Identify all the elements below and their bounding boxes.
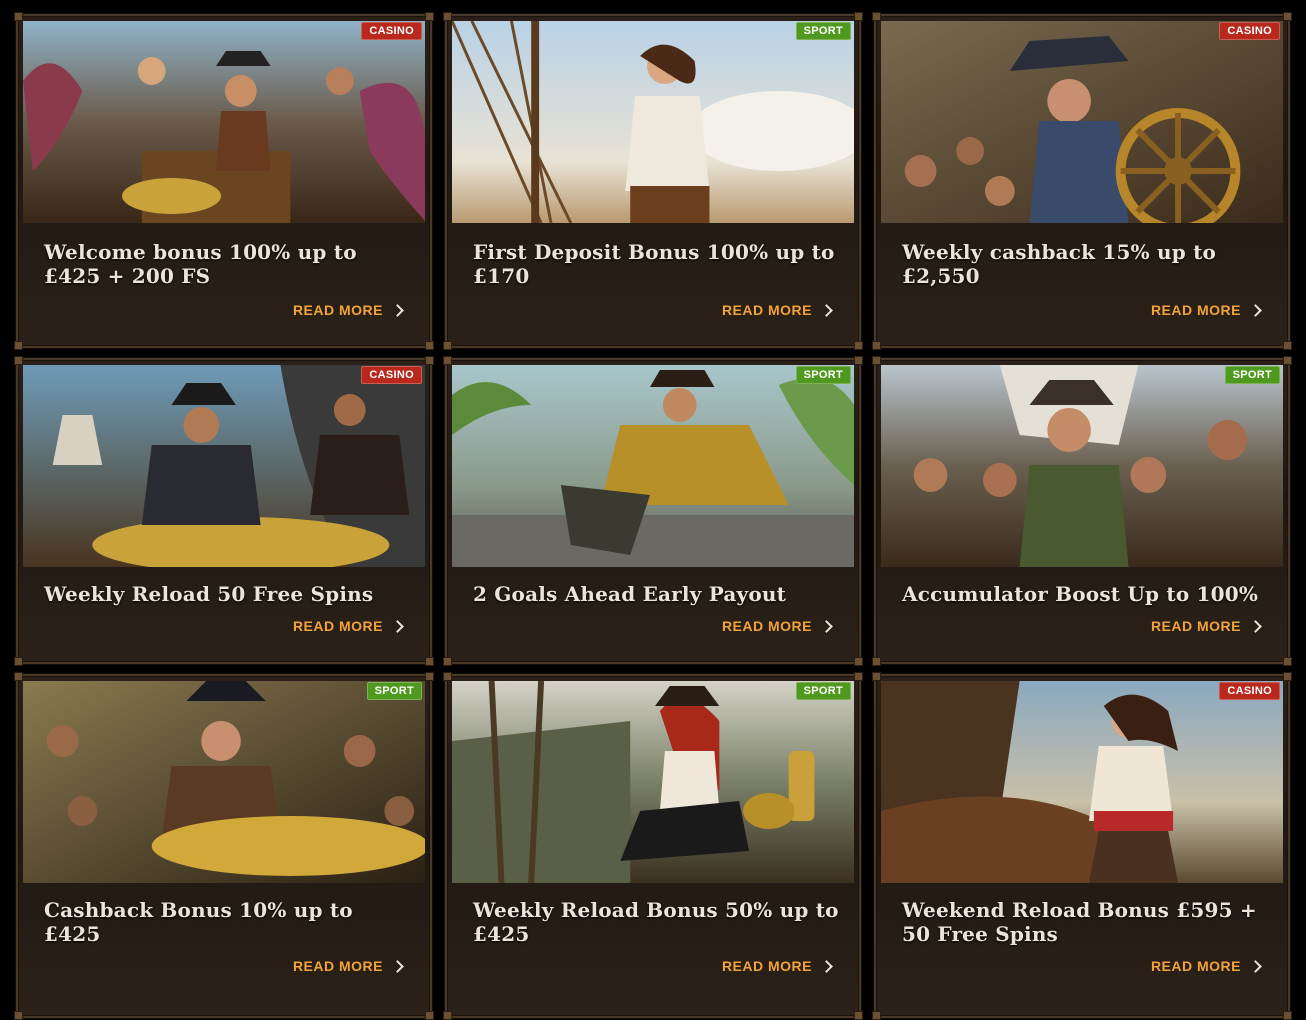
promo-card[interactable]: CASINO Weekly cashback 15% up to £2,550 … xyxy=(872,12,1292,350)
chevron-right-icon xyxy=(391,959,404,973)
category-badge: CASINO xyxy=(1219,682,1280,700)
promo-image xyxy=(881,681,1283,883)
promo-card[interactable]: SPORT First Deposit Bonus 100% up to £17… xyxy=(443,12,863,350)
promo-title: 2 Goals Ahead Early Payout xyxy=(473,582,787,606)
promo-card[interactable]: SPORT Weekly Reload Bonus 50% up to £425… xyxy=(443,672,863,1020)
category-badge: CASINO xyxy=(361,366,422,384)
promo-image xyxy=(452,21,854,223)
pirates-gold-coins-beach-image xyxy=(23,365,425,567)
read-more-link[interactable]: READ MORE xyxy=(293,302,406,318)
promo-image xyxy=(23,681,425,883)
read-more-link[interactable]: READ MORE xyxy=(293,618,406,634)
promo-card[interactable]: SPORT 2 Goals Ahead Early Payout READ MO… xyxy=(443,356,863,666)
promo-card[interactable]: SPORT Accumulator Boost Up to 100% READ … xyxy=(872,356,1292,666)
promo-image xyxy=(452,681,854,883)
corner-rivet xyxy=(443,1011,452,1020)
promo-title: Weekly cashback 15% up to £2,550 xyxy=(902,240,1217,288)
corner-rivet xyxy=(1283,12,1292,21)
read-more-link[interactable]: READ MORE xyxy=(1151,302,1264,318)
corner-rivet xyxy=(14,657,23,666)
pirate-woman-rum-bottle-image xyxy=(452,681,854,883)
pirate-lounging-dock-image xyxy=(452,365,854,567)
category-badge: CASINO xyxy=(361,22,422,40)
promo-title: Weekly Reload 50 Free Spins xyxy=(44,582,374,606)
promo-title: Accumulator Boost Up to 100% xyxy=(902,582,1259,606)
promo-title: Welcome bonus 100% up to £425 + 200 FS xyxy=(44,240,357,288)
corner-rivet xyxy=(872,657,881,666)
chevron-right-icon xyxy=(391,619,404,633)
pirate-captain-ship-wheel-image xyxy=(881,21,1283,223)
read-more-link[interactable]: READ MORE xyxy=(293,958,406,974)
corner-rivet xyxy=(443,341,452,350)
category-badge: SPORT xyxy=(1224,366,1280,384)
category-badge: SPORT xyxy=(366,682,422,700)
category-badge: SPORT xyxy=(795,22,851,40)
corner-rivet xyxy=(854,12,863,21)
promo-title: First Deposit Bonus 100% up to £170 xyxy=(473,240,835,288)
promo-title: Cashback Bonus 10% up to £425 xyxy=(44,898,353,946)
read-more-link[interactable]: READ MORE xyxy=(722,618,835,634)
read-more-label: READ MORE xyxy=(721,302,812,318)
corner-rivet xyxy=(425,356,434,365)
read-more-link[interactable]: READ MORE xyxy=(1151,958,1264,974)
read-more-link[interactable]: READ MORE xyxy=(722,958,835,974)
read-more-label: READ MORE xyxy=(1150,958,1241,974)
pirate-woman-ship-deck-image xyxy=(452,21,854,223)
promo-title: Weekly Reload Bonus 50% up to £425 xyxy=(473,898,839,946)
corner-rivet xyxy=(854,672,863,681)
promo-card[interactable]: CASINO Weekly Reload 50 Free Spins READ … xyxy=(14,356,434,666)
chevron-right-icon xyxy=(1249,619,1262,633)
read-more-label: READ MORE xyxy=(721,618,812,634)
corner-rivet xyxy=(443,657,452,666)
promo-title: Weekend Reload Bonus £595 + 50 Free Spin… xyxy=(902,898,1257,946)
pirate-counting-gold-image xyxy=(23,681,425,883)
read-more-label: READ MORE xyxy=(721,958,812,974)
chevron-right-icon xyxy=(820,959,833,973)
promo-card[interactable]: CASINO Welcome bonus 100% up to £425 + 2… xyxy=(14,12,434,350)
promo-image xyxy=(881,21,1283,223)
promo-image xyxy=(452,365,854,567)
promo-card[interactable]: SPORT Cashback Bonus 10% up to £425 READ… xyxy=(14,672,434,1020)
read-more-label: READ MORE xyxy=(292,958,383,974)
chevron-right-icon xyxy=(820,619,833,633)
corner-rivet xyxy=(1283,356,1292,365)
promotions-grid: CASINO Welcome bonus 100% up to £425 + 2… xyxy=(14,12,1292,1020)
corner-rivet xyxy=(14,341,23,350)
promo-image xyxy=(23,365,425,567)
category-badge: CASINO xyxy=(1219,22,1280,40)
corner-rivet xyxy=(14,1011,23,1020)
promo-image xyxy=(881,365,1283,567)
corner-rivet xyxy=(425,12,434,21)
read-more-label: READ MORE xyxy=(1150,302,1241,318)
read-more-label: READ MORE xyxy=(292,618,383,634)
category-badge: SPORT xyxy=(795,682,851,700)
corner-rivet xyxy=(854,356,863,365)
read-more-link[interactable]: READ MORE xyxy=(722,302,835,318)
read-more-label: READ MORE xyxy=(1150,618,1241,634)
corner-rivet xyxy=(425,672,434,681)
chevron-right-icon xyxy=(391,303,404,317)
chevron-right-icon xyxy=(1249,959,1262,973)
pirate-crew-treasure-octopus-image xyxy=(23,21,425,223)
pirate-woman-ship-bow-image xyxy=(881,681,1283,883)
read-more-label: READ MORE xyxy=(292,302,383,318)
corner-rivet xyxy=(872,341,881,350)
promo-card[interactable]: CASINO Weekend Reload Bonus £595 + 50 Fr… xyxy=(872,672,1292,1020)
chevron-right-icon xyxy=(820,303,833,317)
corner-rivet xyxy=(1283,672,1292,681)
read-more-link[interactable]: READ MORE xyxy=(1151,618,1264,634)
corner-rivet xyxy=(872,1011,881,1020)
category-badge: SPORT xyxy=(795,366,851,384)
chevron-right-icon xyxy=(1249,303,1262,317)
promo-image xyxy=(23,21,425,223)
pirate-crew-portrait-image xyxy=(881,365,1283,567)
